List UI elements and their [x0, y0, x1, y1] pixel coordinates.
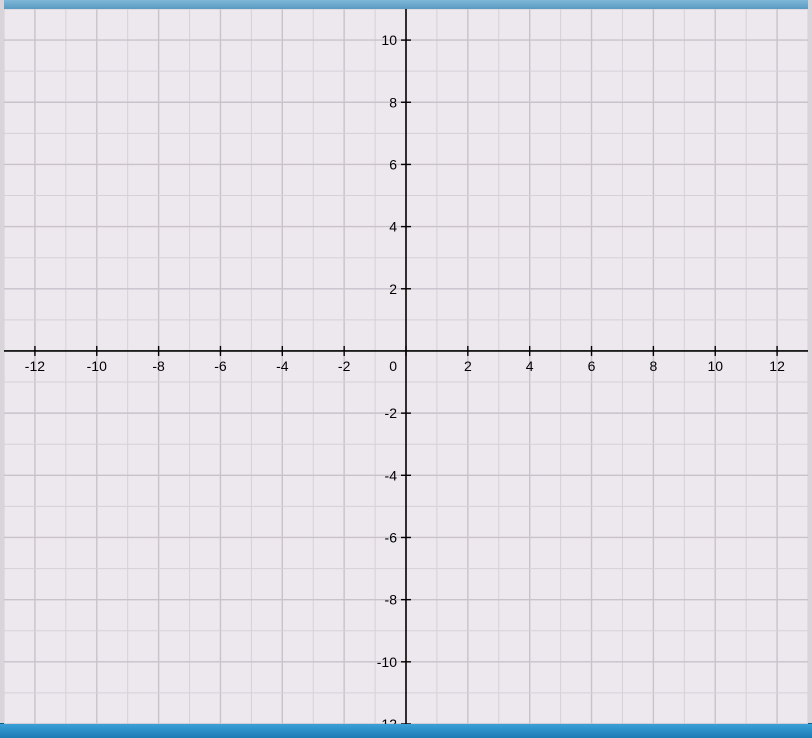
x-tick-label: -2 — [338, 358, 351, 374]
y-tick-label: 4 — [389, 219, 397, 235]
window-bottom-border — [0, 723, 812, 738]
y-tick-label: -2 — [385, 405, 398, 421]
y-tick-label: 2 — [389, 281, 397, 297]
y-tick-label: 6 — [389, 156, 397, 172]
origin-label: 0 — [389, 358, 397, 374]
x-tick-label: 8 — [649, 358, 657, 374]
y-tick-label: 10 — [381, 32, 397, 48]
y-tick-label: -6 — [385, 529, 398, 545]
y-tick-label: 8 — [389, 94, 397, 110]
graph-window: -12 -10 -8 -6 -4 -2 2 4 6 8 10 12 -12 -10 -8 -6 -4 -2 2 4 6 8… — [0, 0, 812, 738]
x-tick-label: 10 — [707, 358, 723, 374]
x-tick-label: -4 — [276, 358, 289, 374]
x-tick-label: -12 — [25, 358, 45, 374]
x-tick-label: 2 — [464, 358, 472, 374]
x-tick-label: 12 — [769, 358, 785, 374]
x-tick-label: -6 — [214, 358, 227, 374]
x-tick-label: -8 — [152, 358, 165, 374]
window-right-border — [808, 0, 812, 738]
y-tick-label: -12 — [377, 716, 397, 724]
y-tick-label: -10 — [377, 654, 397, 670]
x-tick-label: 4 — [526, 358, 534, 374]
y-tick-label: -4 — [385, 467, 398, 483]
x-tick-label: 6 — [588, 358, 596, 374]
y-tick-label: -8 — [385, 592, 398, 608]
cartesian-plane[interactable]: -12 -10 -8 -6 -4 -2 2 4 6 8 10 12 -12 -10 -8 -6 -4 -2 2 4 6 8… — [4, 9, 808, 724]
x-tick-label: -10 — [87, 358, 107, 374]
graph-svg[interactable]: -12 -10 -8 -6 -4 -2 2 4 6 8 10 12 -12 -10 -8 -6 -4 -2 2 4 6 8… — [4, 9, 808, 724]
